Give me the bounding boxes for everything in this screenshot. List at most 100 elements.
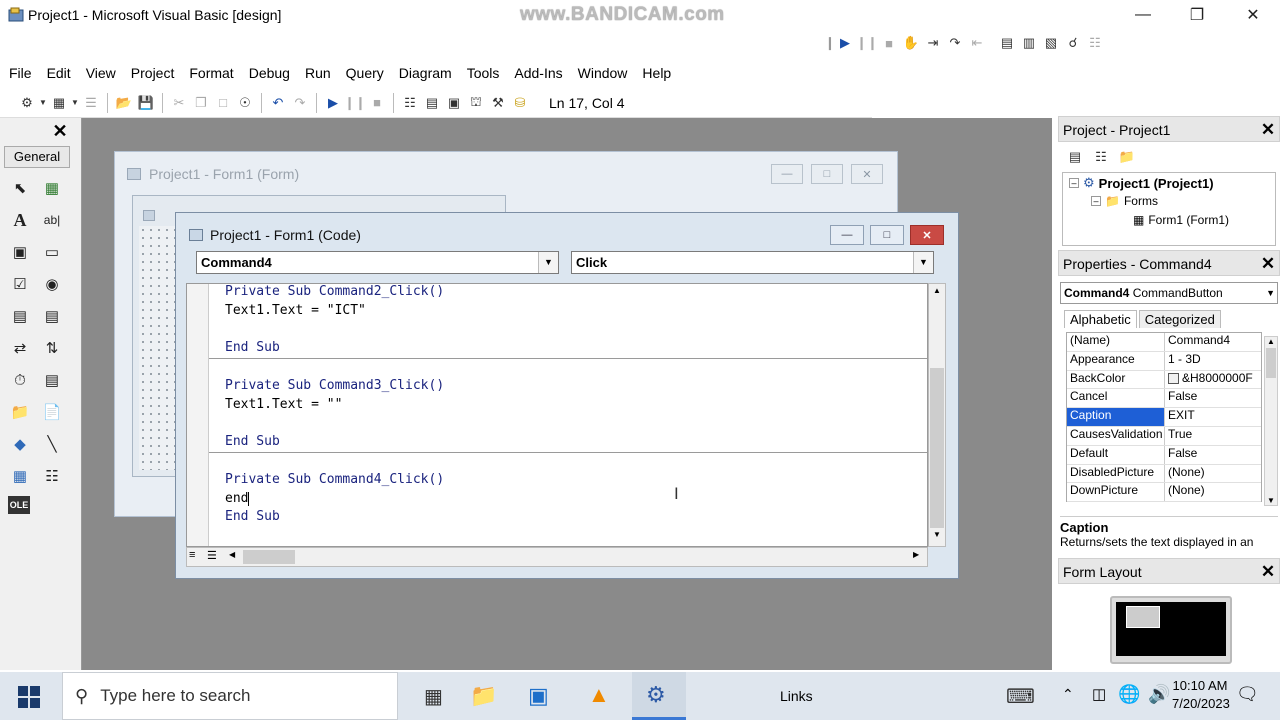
tree-node-forms[interactable]: – 📁 Forms [1091,194,1158,208]
scroll-up-icon[interactable]: ▲ [931,286,943,300]
project-panel-close-icon[interactable]: ✕ [1259,121,1277,139]
view-code-icon[interactable]: ▤ [1064,146,1086,168]
property-row-selected[interactable]: Caption EXIT [1067,408,1261,427]
property-row[interactable]: (Name) Command4 [1067,333,1261,352]
code-line[interactable]: End Sub [225,509,280,524]
paste-icon[interactable]: □ [212,92,234,114]
task-view-icon[interactable]: ▦ [424,684,443,709]
scroll-up-icon[interactable]: ▲ [1265,337,1277,346]
vertical-scrollbar[interactable]: ▲ ▼ [928,283,946,547]
scroll-right-icon[interactable]: ▶ [913,550,925,564]
menu-diagram[interactable]: Diagram [396,63,455,83]
scroll-down-icon[interactable]: ▼ [1265,496,1277,505]
find-icon[interactable]: ☉ [234,92,256,114]
property-row[interactable]: DownPicture (None) [1067,483,1261,503]
chevron-down-icon[interactable]: ▼ [913,252,933,273]
code-line[interactable]: end [225,491,250,506]
full-module-view-icon[interactable]: ☰ [207,549,223,565]
property-row[interactable]: Cancel False [1067,389,1261,409]
menu-add-ins[interactable]: Add-Ins [511,63,565,83]
view-object-icon[interactable]: ☷ [1090,146,1112,168]
copy-icon[interactable]: ❐ [190,92,212,114]
menu-project[interactable]: Project [128,63,178,83]
code-close-button[interactable]: ✕ [910,225,944,245]
chevron-up-icon[interactable]: ⌃ [1062,686,1074,703]
scroll-left-icon[interactable]: ◀ [229,550,241,564]
code-editor[interactable]: Private Sub Command2_Click() Text1.Text … [186,283,928,547]
restore-button[interactable]: ❐ [1174,0,1220,30]
toolbox-general-tab[interactable]: General [4,146,70,168]
object-selector[interactable]: Command4 CommandButton ▼ [1060,282,1278,304]
menu-file[interactable]: File [6,63,35,83]
links-toolbar[interactable]: Links [780,688,813,704]
collapse-icon[interactable]: – [1069,178,1079,188]
code-maximize-button[interactable]: □ [870,225,904,245]
toolbox-icon[interactable]: ⚒ [487,92,509,114]
network-icon[interactable]: ◫ [1092,685,1106,703]
optionbutton-tool-icon[interactable]: ◉ [40,272,64,296]
tree-node-project[interactable]: – ⚙ Project1 (Project1) [1069,175,1214,191]
chevron-down-icon[interactable]: ▼ [1266,283,1275,303]
properties-scroll-thumb[interactable] [1266,348,1276,378]
object-browser-icon[interactable]: ⛫ [465,92,487,114]
property-row[interactable]: CausesValidation True [1067,426,1261,446]
filelistbox-tool-icon[interactable]: 📄 [40,400,64,424]
volume-icon[interactable]: 🔊 [1148,684,1170,705]
procedure-view-icon[interactable]: ≡ [189,549,205,565]
pointer-tool-icon[interactable]: ⬉ [8,176,32,200]
margin-indicator-bar[interactable] [187,284,209,546]
hscrollbar-tool-icon[interactable]: ⇄ [8,336,32,360]
dirlistbox-tool-icon[interactable]: 📁 [8,400,32,424]
scroll-down-icon[interactable]: ▼ [931,530,943,544]
toggle-breakpoint-icon[interactable]: ✋ [900,32,922,54]
shape-tool-icon[interactable]: ◆ [8,432,32,456]
code-minimize-button[interactable]: — [830,225,864,245]
frame-tool-icon[interactable]: ▣ [8,240,32,264]
immediate-window-icon[interactable]: ▥ [1018,32,1040,54]
menu-tools[interactable]: Tools [464,63,503,83]
vlc-icon[interactable]: ▲ [588,682,610,708]
language-globe-icon[interactable]: 🌐 [1118,684,1140,705]
timer-tool-icon[interactable]: ⏱ [8,368,32,392]
clock[interactable]: 10:10 AM 7/20/2023 [1172,678,1230,711]
horizontal-scroll-thumb[interactable] [243,550,295,564]
step-over-icon[interactable]: ↷ [944,32,966,54]
label-tool-icon[interactable]: A [8,208,32,232]
form-close-button[interactable]: ✕ [851,164,883,184]
form-minimize-button[interactable]: — [771,164,803,184]
ole-tool-icon[interactable]: OLE [8,496,30,514]
start-icon[interactable]: ▶ [322,92,344,114]
code-line[interactable]: Private Sub Command3_Click() [225,378,444,393]
taskbar-vb-app[interactable]: ⚙ [632,672,686,720]
picturebox-tool-icon[interactable]: ▦ [40,176,64,200]
menu-editor-icon[interactable]: ☰ [80,92,102,114]
code-line[interactable]: Private Sub Command2_Click() [225,284,444,299]
vertical-scroll-thumb[interactable] [930,368,944,528]
vb-app-icon[interactable] [8,7,24,23]
file-explorer-icon[interactable]: 📁 [470,683,497,709]
properties-panel-close-icon[interactable]: ✕ [1259,255,1277,273]
toolbox-close-icon[interactable]: ✕ [50,121,70,141]
property-row[interactable]: Default False [1067,445,1261,465]
listbox-tool-icon[interactable]: ▤ [40,304,64,328]
property-row[interactable]: DisabledPicture (None) [1067,464,1261,484]
windows-start-icon[interactable] [18,686,40,711]
collapse-icon[interactable]: – [1091,196,1101,206]
taskbar-search-box[interactable]: ⚲ Type here to search [62,672,398,720]
tree-node-form1[interactable]: ▦ Form1 (Form1) [1133,213,1229,227]
quick-watch-icon[interactable]: ☌ [1062,32,1084,54]
menu-help[interactable]: Help [639,63,674,83]
undo-icon[interactable]: ↶ [267,92,289,114]
tab-categorized[interactable]: Categorized [1138,310,1221,328]
keyboard-icon[interactable]: ⌨ [1006,684,1035,709]
start-icon[interactable]: ▶ [834,32,856,54]
code-line[interactable]: End Sub [225,434,280,449]
form-position-preview[interactable] [1126,606,1160,628]
property-row[interactable]: BackColor &H8000000F [1067,370,1261,390]
layout-panel-close-icon[interactable]: ✕ [1259,563,1277,581]
textbox-tool-icon[interactable]: ab| [40,208,64,232]
menu-view[interactable]: View [83,63,119,83]
form-maximize-button[interactable]: □ [811,164,843,184]
data-tool-icon[interactable]: ☷ [40,464,64,488]
data-view-icon[interactable]: ⛁ [509,92,531,114]
